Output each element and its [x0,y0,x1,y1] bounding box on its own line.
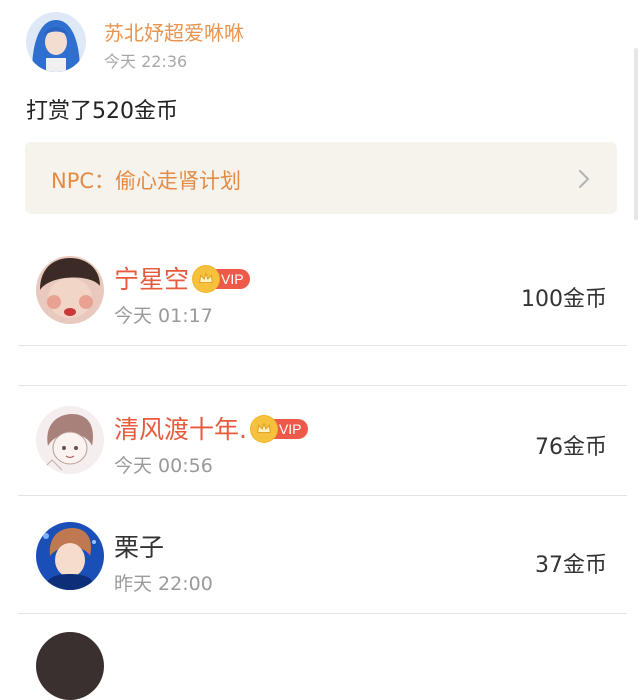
post-time: 今天 22:36 [104,52,188,71]
reward-amount: 100金币 [521,287,607,312]
crown-icon [193,266,220,292]
user-avatar[interactable] [36,522,104,590]
reward-message: 打赏了520金币 [26,99,178,124]
user-avatar[interactable] [36,406,104,474]
author-name[interactable]: 苏北妤超爱咻咻 [104,17,244,46]
user-name-text: 清风渡十年. [114,415,247,444]
author-avatar[interactable] [26,12,86,72]
user-avatar[interactable] [36,632,104,700]
reward-time: 昨天 22:00 [114,573,213,595]
divider [18,495,627,496]
reward-list-item[interactable]: 栗子 昨天 22:00 37金币 [18,522,627,612]
chevron-right-icon [578,169,590,189]
crown-icon [250,416,277,442]
user-name[interactable]: 栗子 [114,528,164,564]
book-card[interactable]: NPC：偷心走肾计划 [25,142,617,214]
reward-time: 今天 00:56 [114,455,213,477]
user-name[interactable]: 宁星空 VIP [114,260,250,296]
vip-badge: VIP [193,266,250,292]
user-avatar[interactable] [36,256,104,324]
book-title: NPC：偷心走肾计划 [51,169,242,193]
vip-badge: VIP [250,416,308,442]
user-name[interactable]: 清风渡十年. VIP [114,410,308,446]
user-name-text: 宁星空 [114,265,190,294]
reward-amount: 37金币 [535,553,607,578]
divider [18,385,627,386]
divider [18,613,627,614]
reward-list-item[interactable]: 清风渡十年. VIP 今天 00:56 76金币 [18,406,627,494]
divider [18,345,627,346]
reward-list-item[interactable]: 宁星空 VIP 今天 01:17 100金币 [18,256,627,346]
reward-amount: 76金币 [535,435,607,460]
reward-time: 今天 01:17 [114,305,213,327]
scrollbar[interactable] [634,48,638,220]
